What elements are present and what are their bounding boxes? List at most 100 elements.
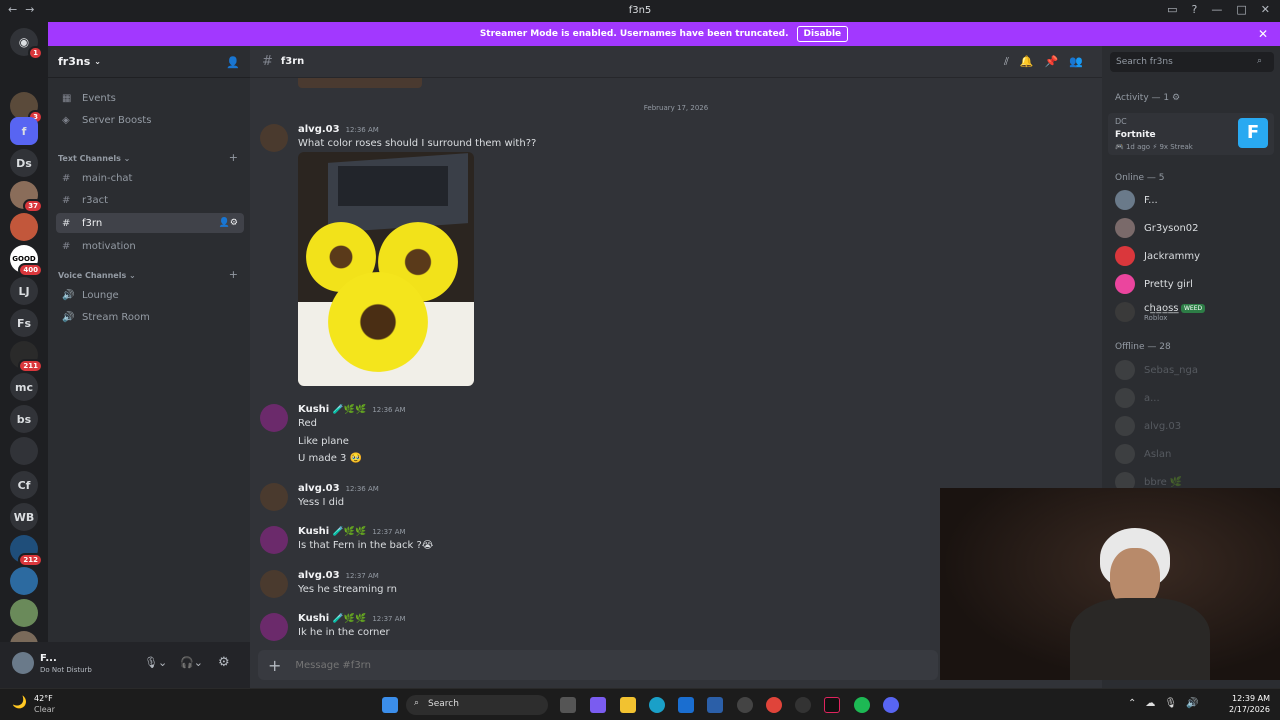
chat-header: # f3rn ⫽🔔📌👥 <box>250 46 1102 78</box>
disable-button[interactable]: Disable <box>796 26 849 42</box>
message-author[interactable]: Kushi 🧪🌿🌿 12:37 AM <box>298 613 406 624</box>
add-text-channel-icon[interactable]: + <box>229 151 238 164</box>
channel-main-chat[interactable]: # main-chat <box>56 168 244 188</box>
member-online[interactable]: Gr3yson02 <box>1115 216 1199 240</box>
server-header[interactable]: fr3ns ⌄ 👤 <box>48 46 250 78</box>
channel-f3rn[interactable]: # f3rn 👤⚙ <box>56 213 244 233</box>
server-icon[interactable] <box>10 437 38 465</box>
discord-icon: ◉ <box>18 35 30 49</box>
category-label: Text Channels <box>58 154 121 163</box>
store-icon[interactable] <box>678 697 694 713</box>
server-icon[interactable]: Fs <box>10 309 38 337</box>
member-offline[interactable]: alvg.03 <box>1115 414 1181 438</box>
inbox-icon[interactable]: ▭ <box>1167 3 1177 16</box>
server-icon[interactable]: GOOD 400 <box>10 245 43 277</box>
avatar[interactable] <box>260 613 288 641</box>
message-author[interactable]: alvg.03 12:36 AM <box>298 124 379 135</box>
server-icon[interactable]: 3 <box>10 92 43 124</box>
message-input-bar: + <box>258 650 938 680</box>
member-online[interactable]: WEED ch̲a̲o̲s̲s̲ Roblox <box>1115 300 1206 324</box>
server-icon[interactable]: 37 <box>10 181 43 213</box>
avatar[interactable] <box>12 652 34 674</box>
edge-icon[interactable] <box>649 697 665 713</box>
server-icon[interactable]: 212 <box>10 535 43 567</box>
hashtag-icon: # <box>62 194 71 206</box>
server-icon[interactable] <box>10 599 38 627</box>
sidebar-item-server-boosts[interactable]: ◈ Server Boosts <box>56 110 244 130</box>
server-icon[interactable]: Cf <box>10 471 38 499</box>
microphone-icon[interactable]: 🎙⌄ <box>144 656 167 669</box>
maximize-icon[interactable]: □ <box>1236 3 1246 16</box>
search-input[interactable]: Search fr3ns <box>1110 52 1274 72</box>
avatar[interactable] <box>260 124 288 152</box>
file-explorer-icon[interactable] <box>620 697 636 713</box>
minimize-icon[interactable]: — <box>1211 3 1222 16</box>
close-banner-icon[interactable]: ✕ <box>1258 27 1268 41</box>
voice-channel-lounge[interactable]: 🔊 Lounge <box>56 285 244 305</box>
server-icon[interactable]: mc <box>10 373 38 401</box>
avatar[interactable] <box>260 570 288 598</box>
voice-channel-stream-room[interactable]: 🔊 Stream Room <box>56 307 244 327</box>
user-panel: F... Do Not Disturb 🎙⌄ 🎧⌄ ⚙ <box>0 642 250 688</box>
message-input[interactable] <box>295 659 896 671</box>
add-member-icon[interactable]: 👤 <box>226 56 240 69</box>
message-author[interactable]: alvg.03 12:37 AM <box>298 570 379 581</box>
message-author[interactable]: Kushi 🧪🌿🌿 12:36 AM <box>298 404 406 415</box>
discord-taskbar-icon[interactable] <box>883 697 899 713</box>
member-online[interactable]: Jackrammy <box>1115 244 1200 268</box>
member-offline[interactable]: Sebas_nga <box>1115 358 1198 382</box>
server-icon[interactable] <box>10 567 38 595</box>
server-icon[interactable]: WB <box>10 503 38 531</box>
server-label: f <box>21 124 27 138</box>
header-toolbar-icons[interactable]: ⫽🔔📌👥 <box>1004 55 1094 69</box>
tiktok-icon[interactable] <box>824 697 840 713</box>
server-icon[interactable]: 211 <box>10 341 43 373</box>
avatar[interactable] <box>260 526 288 554</box>
sidebar-item-events[interactable]: ▦ Events <box>56 88 244 108</box>
server-icon[interactable] <box>10 213 38 241</box>
channel-motivation[interactable]: # motivation <box>56 236 244 256</box>
add-voice-channel-icon[interactable]: + <box>229 268 238 281</box>
text-channels-category[interactable]: Text Channels ⌄ <box>58 154 130 163</box>
windows-start-icon[interactable] <box>382 697 398 713</box>
voice-channels-category[interactable]: Voice Channels ⌄ <box>58 271 136 280</box>
server-icon[interactable]: LJ <box>10 277 38 305</box>
sunflower-photo-attachment[interactable] <box>298 152 474 386</box>
member-offline[interactable]: Aslan <box>1115 442 1171 466</box>
outlook-icon[interactable] <box>707 697 723 713</box>
task-view-icon[interactable] <box>560 697 576 713</box>
attach-plus-icon[interactable]: + <box>268 656 281 675</box>
weather-icon[interactable]: 🌙 <box>12 695 27 709</box>
member-online[interactable]: F... <box>1115 188 1158 212</box>
headphones-icon[interactable]: 🎧⌄ <box>180 656 203 669</box>
help-icon[interactable]: ? <box>1192 3 1198 16</box>
close-icon[interactable]: ✕ <box>1261 3 1270 16</box>
member-online[interactable]: Pretty girl <box>1115 272 1193 296</box>
settings-app-icon[interactable] <box>737 697 753 713</box>
message-time: 12:37 AM <box>372 528 406 536</box>
server-icon[interactable]: Ds <box>10 149 38 177</box>
settings-gear-icon[interactable]: ⚙ <box>218 655 230 670</box>
channel-settings-icon[interactable]: 👤⚙ <box>219 218 238 228</box>
activity-card[interactable]: DC Fortnite 🎮 1d ago ⚡ 9x Streak F <box>1108 113 1274 155</box>
spotify-icon[interactable] <box>854 697 870 713</box>
message-author[interactable]: alvg.03 12:36 AM <box>298 483 379 494</box>
copilot-icon[interactable] <box>590 697 606 713</box>
speaker-icon: 🔊 <box>62 311 75 323</box>
channel-r3act[interactable]: # r3act <box>56 190 244 210</box>
message-author[interactable]: Kushi 🧪🌿🌿 12:37 AM <box>298 526 406 537</box>
avatar[interactable] <box>260 404 288 432</box>
server-icon[interactable]: f <box>10 117 38 145</box>
member-offline[interactable]: a... <box>1115 386 1160 410</box>
avatar[interactable] <box>260 483 288 511</box>
system-tray-icons[interactable]: ⌃☁🎙🔊 <box>1128 698 1208 709</box>
obs-icon[interactable] <box>795 697 811 713</box>
home-button[interactable]: ◉ 1 <box>10 28 43 60</box>
settings-gear-icon: ⚙ <box>1171 93 1181 103</box>
server-icon[interactable]: bs <box>10 405 38 433</box>
previous-image-attachment[interactable] <box>298 78 422 88</box>
chrome-icon[interactable] <box>766 697 782 713</box>
fortnite-icon: F <box>1238 118 1268 148</box>
taskbar-search[interactable]: ⌕ Search <box>406 695 548 715</box>
role-badge-icon: 🧪🌿🌿 <box>332 527 367 537</box>
